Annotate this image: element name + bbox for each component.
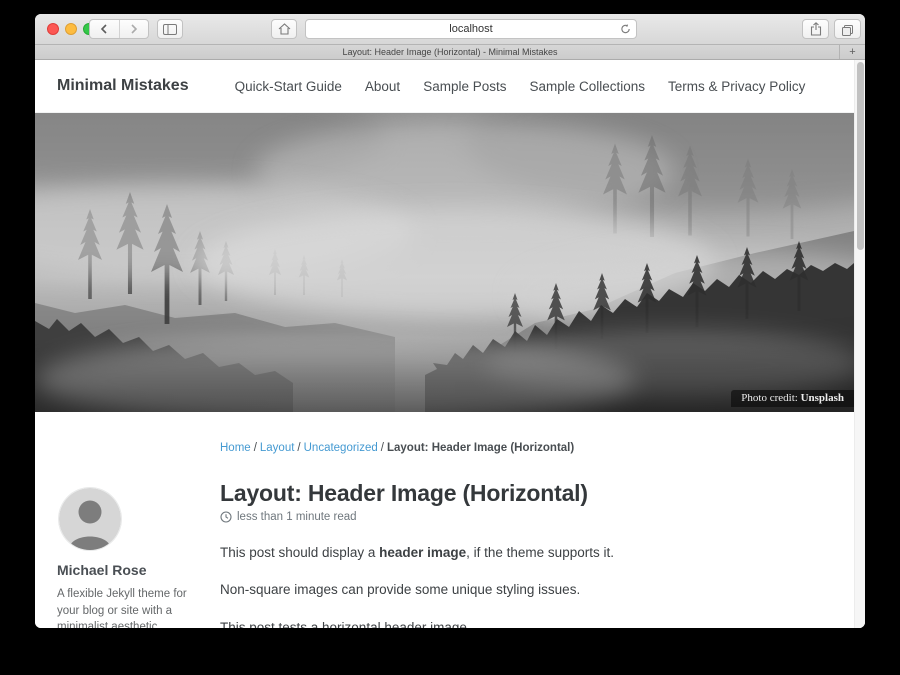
chevron-right-icon — [130, 24, 138, 34]
breadcrumb-separator: / — [254, 442, 257, 454]
scrollbar-thumb[interactable] — [857, 62, 864, 250]
caption-credit-link[interactable]: Unsplash — [801, 392, 844, 404]
paragraph-1-bold: header image — [379, 545, 466, 560]
caption-prefix: Photo credit: — [741, 392, 798, 404]
home-icon — [278, 23, 291, 35]
forward-button[interactable] — [119, 20, 149, 38]
breadcrumb-layout-link[interactable]: Layout — [260, 442, 295, 454]
paragraph-2: Non-square images can provide some uniqu… — [220, 580, 845, 600]
sidebar-toggle-button[interactable] — [157, 19, 183, 39]
foggy-forest-illustration — [35, 113, 854, 412]
tab-overview-button[interactable] — [834, 19, 861, 39]
nav-item-about[interactable]: About — [365, 79, 400, 94]
paragraph-1-text: This post should display a — [220, 545, 379, 560]
avatar — [59, 488, 121, 550]
photo-credit-caption: Photo credit: Unsplash — [731, 390, 854, 407]
new-tab-button[interactable]: + — [839, 45, 865, 59]
person-silhouette-icon — [59, 488, 121, 550]
page-scrollbar[interactable] — [854, 60, 865, 628]
breadcrumb-uncategorized-link[interactable]: Uncategorized — [304, 442, 378, 454]
nav-item-terms-privacy[interactable]: Terms & Privacy Policy — [668, 79, 805, 94]
home-button[interactable] — [271, 19, 297, 39]
chevron-left-icon — [100, 24, 108, 34]
breadcrumb-home-link[interactable]: Home — [220, 442, 251, 454]
tab-bar: Layout: Header Image (Horizontal) - Mini… — [35, 45, 865, 60]
author-sidebar: Michael Rose A flexible Jekyll theme for… — [57, 442, 220, 628]
content-area: Michael Rose A flexible Jekyll theme for… — [35, 412, 865, 628]
active-tab[interactable]: Layout: Header Image (Horizontal) - Mini… — [342, 47, 557, 57]
article-main: Home/Layout/Uncategorized/Layout: Header… — [220, 442, 845, 628]
nav-item-sample-collections[interactable]: Sample Collections — [529, 79, 645, 94]
page-viewport: Minimal Mistakes Quick-Start Guide About… — [35, 60, 865, 628]
read-time-meta: less than 1 minute read — [220, 511, 845, 523]
sidebar-icon — [163, 24, 177, 35]
address-bar-input[interactable] — [305, 19, 637, 39]
paragraph-1: This post should display a header image,… — [220, 543, 845, 563]
nav-item-sample-posts[interactable]: Sample Posts — [423, 79, 506, 94]
share-button[interactable] — [802, 19, 829, 39]
breadcrumb: Home/Layout/Uncategorized/Layout: Header… — [220, 442, 845, 454]
masthead: Minimal Mistakes Quick-Start Guide About… — [35, 60, 854, 113]
nav-item-quick-start-guide[interactable]: Quick-Start Guide — [235, 79, 342, 94]
paragraph-3: This post tests a horizontal header imag… — [220, 618, 845, 629]
primary-nav: Quick-Start Guide About Sample Posts Sam… — [235, 79, 806, 94]
page-title: Layout: Header Image (Horizontal) — [220, 480, 845, 507]
back-button[interactable] — [90, 20, 119, 38]
author-name: Michael Rose — [57, 562, 220, 578]
paragraph-1-text: , if the theme supports it. — [466, 545, 614, 560]
read-time-text: less than 1 minute read — [237, 511, 357, 523]
reload-icon[interactable] — [620, 23, 631, 35]
author-bio: A flexible Jekyll theme for your blog or… — [57, 586, 205, 628]
clock-icon — [220, 511, 232, 523]
share-icon — [810, 22, 822, 36]
header-image: Photo credit: Unsplash — [35, 113, 854, 412]
minimize-window-button[interactable] — [65, 23, 77, 35]
browser-titlebar — [35, 14, 865, 45]
breadcrumb-separator: / — [381, 442, 384, 454]
close-window-button[interactable] — [47, 23, 59, 35]
breadcrumb-current: Layout: Header Image (Horizontal) — [387, 442, 574, 454]
site-title-link[interactable]: Minimal Mistakes — [57, 77, 189, 95]
history-nav-group — [89, 19, 149, 39]
breadcrumb-separator: / — [297, 442, 300, 454]
tabs-icon — [841, 23, 854, 36]
safari-window: Layout: Header Image (Horizontal) - Mini… — [35, 14, 865, 628]
